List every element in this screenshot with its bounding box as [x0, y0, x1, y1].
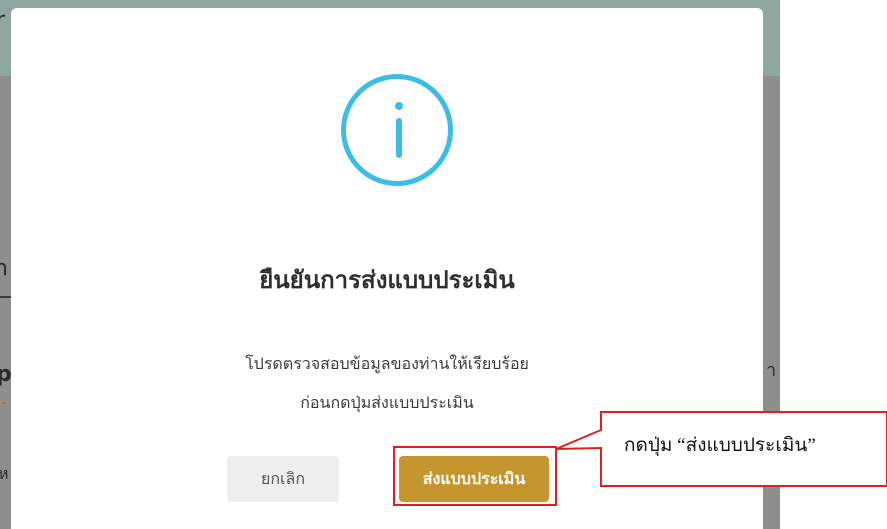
callout-label: กดปุ่ม “ส่งแบบประเมิน” [624, 435, 816, 456]
